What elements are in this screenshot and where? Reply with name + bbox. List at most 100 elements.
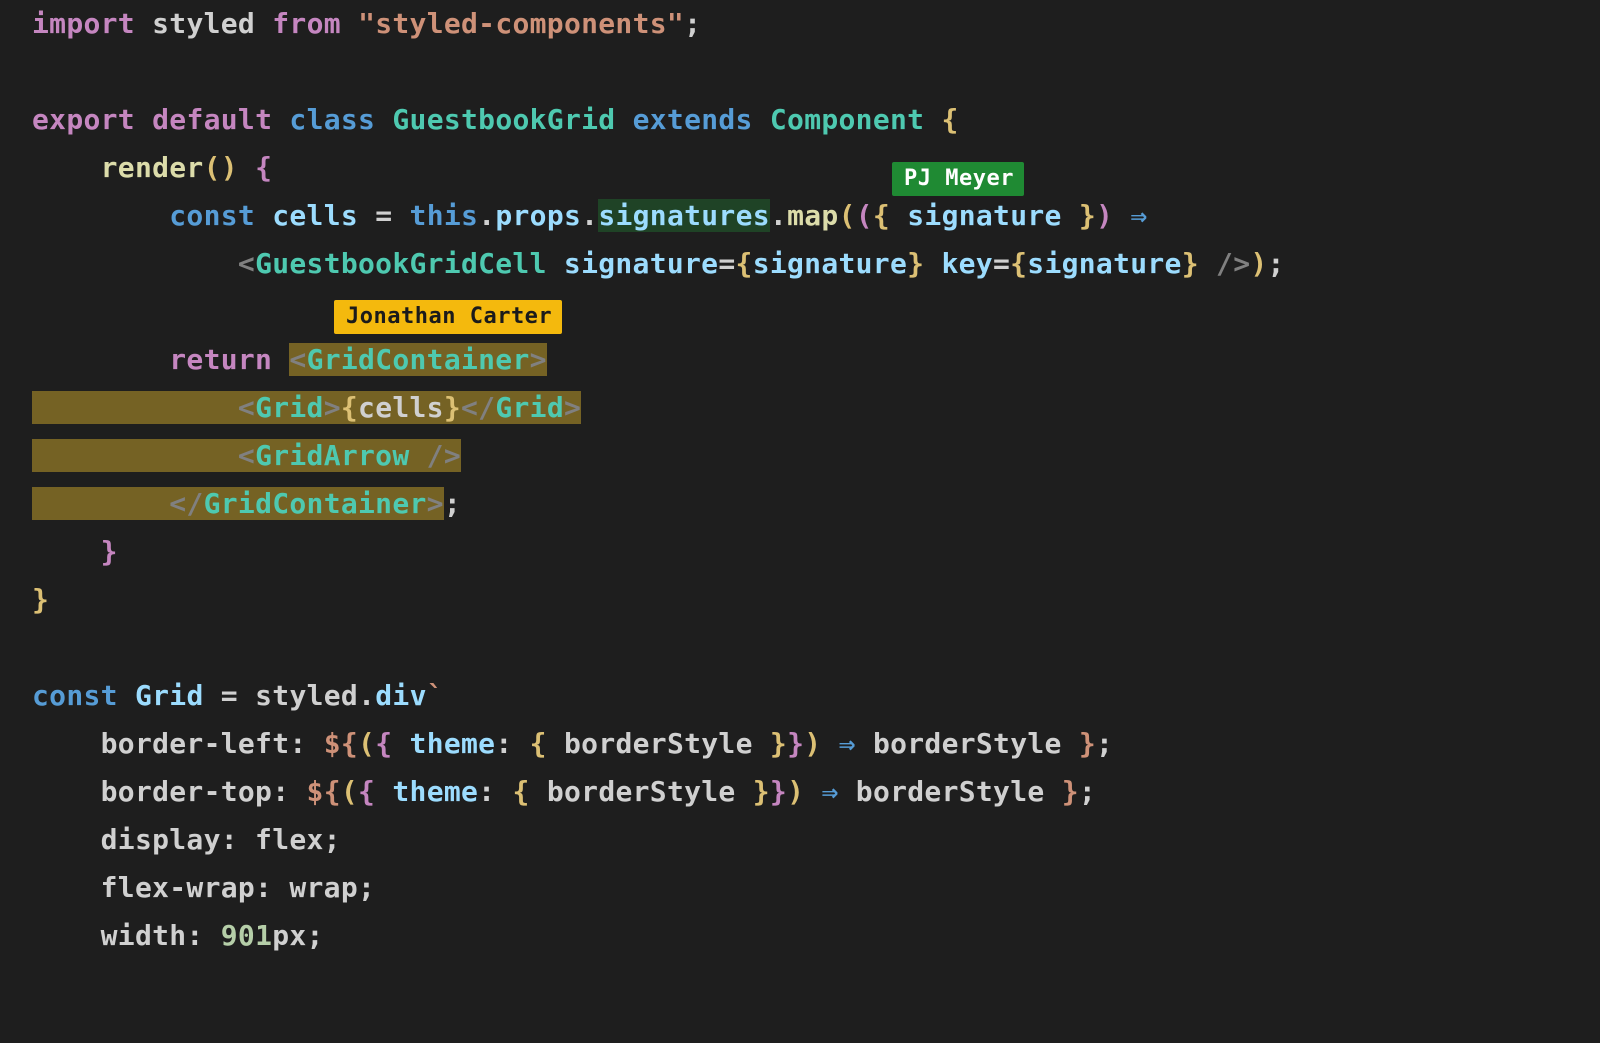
kw-import: import [32, 7, 135, 40]
comp: GridContainer [204, 487, 427, 520]
line-1: import styled from "styled-components"; [32, 7, 701, 40]
var-props: props [495, 199, 581, 232]
interp: ${ [307, 775, 341, 808]
bs: borderStyle [564, 727, 753, 760]
selection-yellow: </GridContainer> [32, 487, 444, 520]
comp: Grid [255, 391, 324, 424]
lt: < [289, 343, 306, 376]
brace: } [1079, 199, 1096, 232]
dot: . [581, 199, 598, 232]
kw-class: class [289, 103, 375, 136]
comp: Grid [495, 391, 564, 424]
num: 901 [221, 919, 272, 952]
var: signature [753, 247, 907, 280]
semi: ; [1079, 775, 1096, 808]
attr: signature [564, 247, 718, 280]
brace-open: { [941, 103, 958, 136]
interp: ${ [324, 727, 358, 760]
lt: </ [169, 487, 203, 520]
brace: } [787, 727, 804, 760]
attr: key [941, 247, 992, 280]
dot: . [478, 199, 495, 232]
brace: { [513, 775, 530, 808]
brace-close: } [32, 583, 49, 616]
line-12: } [32, 535, 118, 568]
end: } [1062, 775, 1079, 808]
colon: : [478, 775, 512, 808]
brace: } [444, 391, 461, 424]
lt: < [238, 439, 255, 472]
name: Grid [135, 679, 204, 712]
close: /> [1216, 247, 1250, 280]
fn-map: map [787, 199, 838, 232]
brace: { [873, 199, 890, 232]
comp: GuestbookGridCell [255, 247, 547, 280]
paren: ) [1096, 199, 1113, 232]
dot: . [358, 679, 375, 712]
line-6: <GuestbookGridCell signature={signature}… [32, 247, 1285, 280]
eq: = [221, 679, 238, 712]
line-18: display: flex; [32, 823, 341, 856]
line-17: border-top: ${({ theme: { borderStyle }}… [32, 775, 1096, 808]
selection-yellow: <GridContainer> [289, 343, 546, 376]
line-15: const Grid = styled.div` [32, 679, 444, 712]
lt: < [238, 247, 255, 280]
brace-open: { [255, 151, 272, 184]
lt: < [238, 391, 255, 424]
eq: = [718, 247, 735, 280]
kw-from: from [272, 7, 341, 40]
comp: GridContainer [307, 343, 530, 376]
code-editor[interactable]: import styled from "styled-components"; … [0, 0, 1600, 960]
theme: theme [392, 775, 478, 808]
brace: { [375, 727, 392, 760]
line-11: </GridContainer>; [32, 487, 461, 520]
line-3: export default class GuestbookGrid exten… [32, 103, 959, 136]
kw-return: return [169, 343, 272, 376]
eq: = [375, 199, 392, 232]
semi: ; [1096, 727, 1113, 760]
css: border-left: [101, 727, 324, 760]
css: width: [101, 919, 221, 952]
line-10: <GridArrow /> [32, 439, 461, 472]
brace: { [530, 727, 547, 760]
line-13: } [32, 583, 49, 616]
line-blank [32, 55, 49, 88]
brace: { [341, 391, 358, 424]
paren: () [204, 151, 238, 184]
paren: ( [856, 199, 873, 232]
css: flex-wrap: wrap; [101, 871, 376, 904]
brace: { [736, 247, 753, 280]
kw-const: const [32, 679, 118, 712]
close: /> [427, 439, 461, 472]
brace: } [753, 775, 770, 808]
comp: GridArrow [255, 439, 409, 472]
css: px; [272, 919, 323, 952]
semi: ; [1268, 247, 1285, 280]
tick: ` [427, 679, 444, 712]
line-16: border-left: ${({ theme: { borderStyle }… [32, 727, 1113, 760]
semi: ; [684, 7, 701, 40]
arrow: ⇒ [1130, 199, 1147, 232]
kw-this: this [410, 199, 479, 232]
css: display: flex; [101, 823, 341, 856]
bs: borderStyle [856, 775, 1045, 808]
var-signature: signature [907, 199, 1061, 232]
kw-default: default [152, 103, 272, 136]
styled: styled [255, 679, 358, 712]
string-pkg: "styled-components" [358, 7, 684, 40]
var: signature [1027, 247, 1181, 280]
end: } [1079, 727, 1096, 760]
brace: } [770, 727, 787, 760]
paren: ( [358, 727, 375, 760]
var-signatures: signatures [598, 199, 770, 232]
presence-label-jc: Jonathan Carter [334, 300, 562, 334]
type-component: Component [770, 103, 924, 136]
theme: theme [410, 727, 496, 760]
brace: { [358, 775, 375, 808]
arrow: ⇒ [821, 775, 838, 808]
line-4: render() { [32, 151, 272, 184]
gt: > [324, 391, 341, 424]
paren: ( [839, 199, 856, 232]
paren: ) [787, 775, 804, 808]
ident-styled: styled [152, 7, 255, 40]
